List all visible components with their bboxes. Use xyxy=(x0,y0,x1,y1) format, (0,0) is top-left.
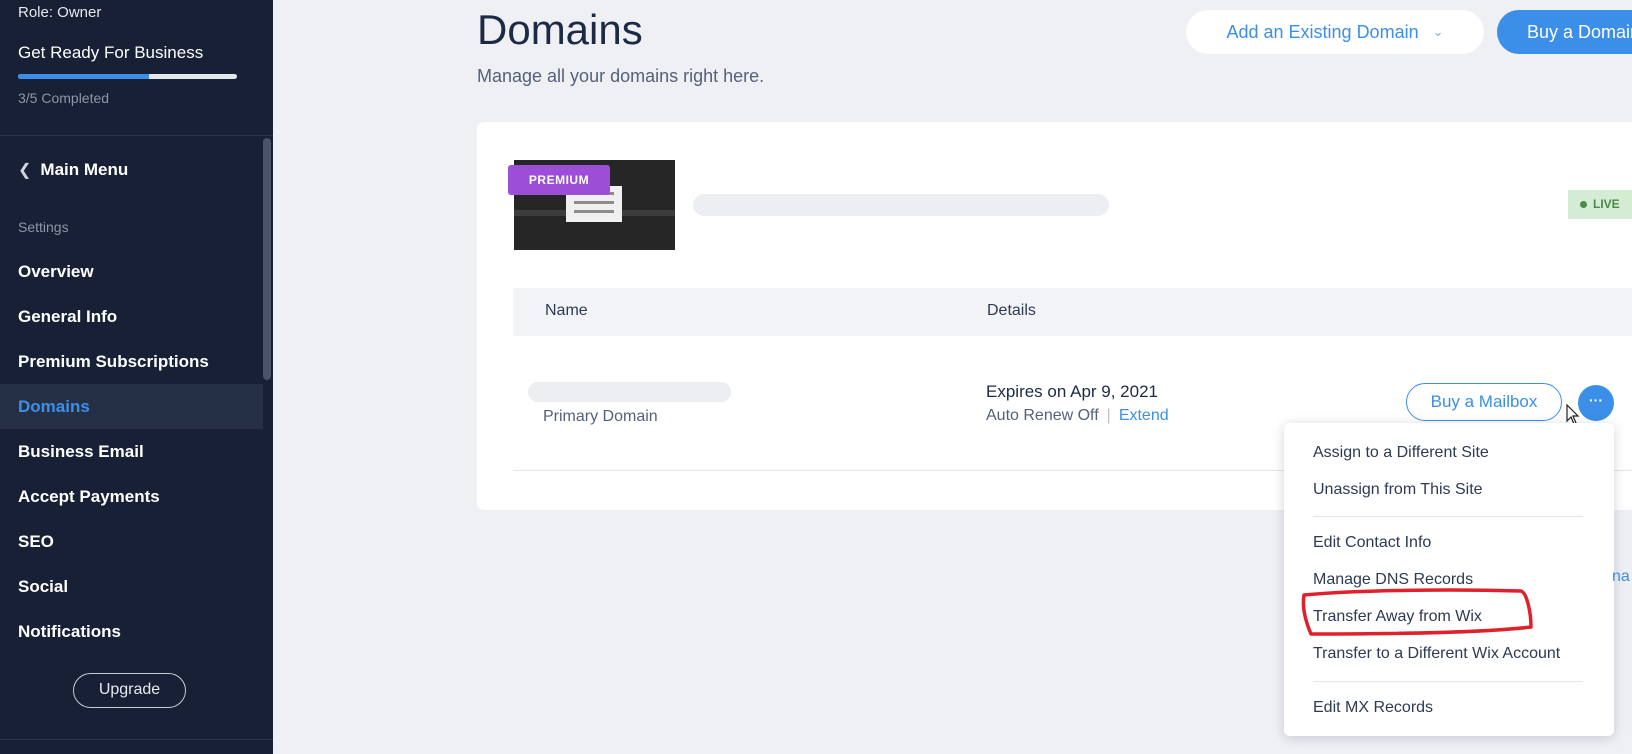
sidebar-item-domains[interactable]: Domains xyxy=(0,384,263,429)
sidebar: Role: Owner Get Ready For Business 3/5 C… xyxy=(0,0,273,754)
sidebar-bottom-divider xyxy=(0,739,273,740)
main-menu-label: Main Menu xyxy=(40,160,129,179)
buy-domain-button[interactable]: Buy a Domain xyxy=(1497,10,1632,54)
menu-item-edit-contact-info[interactable]: Edit Contact Info xyxy=(1313,534,1431,552)
sidebar-item-notifications[interactable]: Notifications xyxy=(0,609,263,654)
menu-item-assign-site[interactable]: Assign to a Different Site xyxy=(1313,444,1489,462)
expiry-date: Expires on Apr 9, 2021 xyxy=(986,382,1159,401)
highlight-annotation xyxy=(1301,588,1533,636)
auto-renew-status: Auto Renew Off xyxy=(986,407,1099,424)
checklist-progress-text: 3/5 Completed xyxy=(18,90,110,106)
settings-nav: Overview General Info Premium Subscripti… xyxy=(0,249,263,654)
domains-table-header xyxy=(513,288,1632,336)
chevron-down-icon: ⌄ xyxy=(1432,24,1444,39)
upgrade-button[interactable]: Upgrade xyxy=(73,673,186,708)
status-dot-icon xyxy=(1580,201,1587,209)
extend-link[interactable]: Extend xyxy=(1119,407,1169,424)
add-existing-domain-label: Add an Existing Domain xyxy=(1226,21,1419,42)
more-actions-button[interactable]: ··· xyxy=(1578,385,1614,421)
primary-domain-label: Primary Domain xyxy=(543,408,658,425)
settings-section-label: Settings xyxy=(18,219,69,235)
details-separator: | xyxy=(1106,407,1111,424)
sidebar-item-social[interactable]: Social xyxy=(0,564,263,609)
premium-badge: PREMIUM xyxy=(508,165,610,195)
sidebar-item-business-email[interactable]: Business Email xyxy=(0,429,263,474)
redacted-site-name xyxy=(693,194,1109,216)
menu-item-transfer-account[interactable]: Transfer to a Different Wix Account xyxy=(1313,645,1560,663)
menu-divider xyxy=(1313,516,1583,517)
truncated-link[interactable]: na xyxy=(1612,568,1630,586)
page-title: Domains xyxy=(477,6,643,53)
live-status-badge: LIVE xyxy=(1568,190,1632,219)
menu-divider xyxy=(1313,681,1583,682)
sidebar-item-accept-payments[interactable]: Accept Payments xyxy=(0,474,263,519)
column-header-name: Name xyxy=(545,302,588,319)
sidebar-item-premium-subscriptions[interactable]: Premium Subscriptions xyxy=(0,339,263,384)
page-subtitle: Manage all your domains right here. xyxy=(477,66,765,86)
menu-item-unassign-site[interactable]: Unassign from This Site xyxy=(1313,481,1483,499)
main-menu-link[interactable]: ❮ Main Menu xyxy=(18,160,128,180)
sidebar-item-seo[interactable]: SEO xyxy=(0,519,263,564)
sidebar-item-general-info[interactable]: General Info xyxy=(0,294,263,339)
column-header-details: Details xyxy=(987,302,1036,319)
sidebar-divider xyxy=(0,135,273,136)
checklist-progress-fill xyxy=(18,74,150,79)
redacted-domain-name xyxy=(528,382,731,402)
live-status-label: LIVE xyxy=(1593,197,1620,211)
add-existing-domain-button[interactable]: Add an Existing Domain ⌄ xyxy=(1186,10,1484,54)
checklist-progress-bar xyxy=(18,74,237,79)
renew-details: Auto Renew Off | Extend xyxy=(986,407,1169,425)
domain-actions-menu: Assign to a Different Site Unassign from… xyxy=(1284,423,1614,736)
sidebar-item-overview[interactable]: Overview xyxy=(0,249,263,294)
menu-item-edit-mx-records[interactable]: Edit MX Records xyxy=(1313,699,1433,717)
chevron-left-icon: ❮ xyxy=(18,162,32,179)
checklist-title[interactable]: Get Ready For Business xyxy=(18,43,203,63)
sidebar-scrollbar[interactable] xyxy=(263,138,271,380)
role-label: Role: Owner xyxy=(18,4,102,21)
buy-mailbox-button[interactable]: Buy a Mailbox xyxy=(1406,383,1562,421)
